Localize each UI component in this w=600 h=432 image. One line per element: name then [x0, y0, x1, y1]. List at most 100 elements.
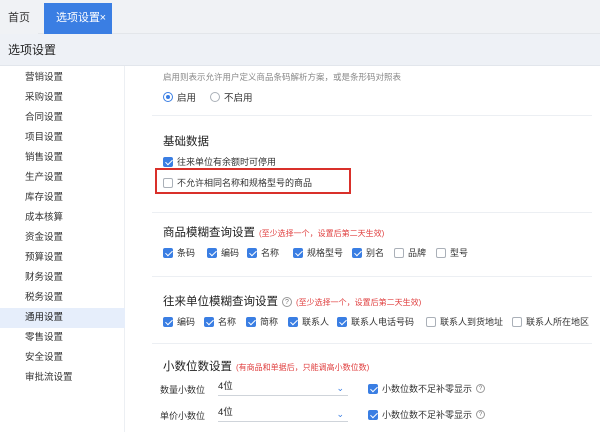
checkbox-product-barcode[interactable]: 条码 [163, 246, 195, 259]
checkbox-label: 小数位数不足补零显示 [382, 384, 473, 394]
checkbox-label: 规格型号 [307, 248, 344, 258]
checkbox-partner-contact-address[interactable]: 联系人到货地址 [426, 315, 503, 328]
checkbox-product-alias[interactable]: 别名 [352, 246, 384, 259]
tab-home[interactable]: 首页 [0, 3, 38, 34]
checkbox-checked [368, 383, 378, 394]
checkbox-no-duplicate-product[interactable]: 不允许相同名称和规格型号的商品 [163, 176, 312, 189]
divider [152, 212, 592, 213]
checkbox-checked [163, 156, 173, 167]
section-note: (至少选择一个，设置后第二天生效) [296, 298, 422, 307]
checkbox-label: 联系人电话号码 [351, 317, 415, 327]
checkbox-label: 不允许相同名称和规格型号的商品 [177, 178, 313, 188]
section-title-decimals: 小数位数设置 (有商品和单据后，只能调高小数位数) [163, 358, 369, 374]
checkbox-partner-short-name[interactable]: 简称 [246, 315, 278, 328]
radio-disable[interactable]: 不启用 [210, 90, 253, 104]
checkbox-product-model[interactable]: 型号 [436, 246, 468, 259]
checkbox-checked [337, 316, 347, 327]
checkbox-product-name[interactable]: 名称 [247, 246, 279, 259]
close-icon[interactable]: × [100, 3, 106, 34]
checkbox-checked [293, 247, 303, 258]
sidebar-item-costing[interactable]: 成本核算 [0, 208, 125, 228]
barcode-hint: 启用则表示允许用户定义商品条码解析方案，或是条形码对照表 [163, 72, 402, 82]
checkbox-label: 联系人所在地区 [526, 317, 590, 327]
sidebar-item-contract[interactable]: 合同设置 [0, 108, 125, 128]
tab-bar: 首页 选项设置 × [0, 0, 600, 34]
checkbox-checked [288, 316, 298, 327]
sidebar-item-approval[interactable]: 审批流设置 [0, 368, 125, 388]
sidebar-item-production[interactable]: 生产设置 [0, 168, 125, 188]
divider [152, 115, 592, 116]
checkbox-partner-contact[interactable]: 联系人 [288, 315, 329, 328]
checkbox-label: 简称 [260, 317, 279, 327]
price-decimals-value: 4位 [218, 407, 233, 418]
checkbox-label: 联系人到货地址 [440, 317, 504, 327]
radio-enable[interactable]: 启用 [163, 90, 196, 104]
checkbox-product-brand[interactable]: 品牌 [394, 246, 426, 259]
checkbox-partner-balance-disable[interactable]: 往来单位有余额时可停用 [163, 155, 276, 168]
checkbox-checked [246, 316, 256, 327]
checkbox-partner-name[interactable]: 名称 [204, 315, 236, 328]
checkbox-label: 往来单位有余额时可停用 [177, 157, 277, 167]
checkbox-checked [163, 316, 173, 327]
divider [152, 343, 592, 344]
tab-options-settings-label: 选项设置 [56, 12, 100, 24]
checkbox-partner-contact-phone[interactable]: 联系人电话号码 [337, 315, 414, 328]
price-decimals-select[interactable]: 4位 ⌄ [218, 404, 348, 422]
sidebar-item-project[interactable]: 项目设置 [0, 128, 125, 148]
chevron-down-icon: ⌄ [336, 409, 344, 419]
qty-decimals-label: 数量小数位 [160, 385, 206, 395]
checkbox-checked [163, 247, 173, 258]
sidebar-item-funds[interactable]: 资金设置 [0, 228, 125, 248]
checkbox-checked [247, 247, 257, 258]
checkbox-label: 小数位数不足补零显示 [382, 410, 473, 420]
price-decimals-label: 单价小数位 [160, 411, 206, 421]
checkbox-label: 名称 [218, 317, 237, 327]
section-title-text: 小数位数设置 [163, 361, 232, 373]
section-title-text: 往来单位模糊查询设置 [163, 296, 278, 308]
section-title-product-fuzzy: 商品模糊查询设置 (至少选择一个，设置后第二天生效) [163, 224, 384, 240]
chevron-down-icon: ⌄ [336, 383, 344, 393]
sidebar-item-purchase[interactable]: 采购设置 [0, 88, 125, 108]
sidebar-item-marketing[interactable]: 营销设置 [0, 68, 125, 88]
sidebar-item-general[interactable]: 通用设置 [0, 308, 125, 328]
checkbox-qty-pad-zero[interactable]: 小数位数不足补零显示 ? [368, 382, 486, 395]
radio-dot [210, 92, 221, 102]
checkbox-checked [207, 247, 217, 258]
section-title-partner-fuzzy: 往来单位模糊查询设置? (至少选择一个，设置后第二天生效) [163, 293, 421, 309]
checkbox-unchecked [426, 316, 436, 327]
sidebar-item-retail[interactable]: 零售设置 [0, 328, 125, 348]
checkbox-product-code[interactable]: 编码 [207, 246, 239, 259]
qty-decimals-select[interactable]: 4位 ⌄ [218, 378, 348, 396]
sidebar: 营销设置 采购设置 合同设置 项目设置 销售设置 生产设置 库存设置 成本核算 … [0, 66, 125, 432]
sidebar-item-inventory[interactable]: 库存设置 [0, 188, 125, 208]
sidebar-item-tax[interactable]: 税务设置 [0, 288, 125, 308]
checkbox-price-pad-zero[interactable]: 小数位数不足补零显示 ? [368, 408, 486, 421]
question-icon[interactable]: ? [476, 410, 486, 419]
checkbox-label: 名称 [261, 248, 280, 258]
checkbox-product-spec[interactable]: 规格型号 [293, 246, 343, 259]
sidebar-item-sales[interactable]: 销售设置 [0, 148, 125, 168]
qty-decimals-value: 4位 [218, 381, 233, 392]
sidebar-item-finance[interactable]: 财务设置 [0, 268, 125, 288]
sidebar-item-security[interactable]: 安全设置 [0, 348, 125, 368]
checkbox-partner-code[interactable]: 编码 [163, 315, 195, 328]
question-icon[interactable]: ? [476, 384, 486, 393]
checkbox-partner-contact-region[interactable]: 联系人所在地区 [512, 315, 589, 328]
tab-options-settings[interactable]: 选项设置 × [44, 3, 112, 34]
checkbox-label: 条码 [177, 248, 196, 258]
checkbox-unchecked [512, 316, 522, 327]
radio-enable-label: 启用 [177, 93, 197, 104]
question-icon[interactable]: ? [282, 297, 292, 307]
section-title-text: 商品模糊查询设置 [163, 227, 255, 239]
radio-disable-label: 不启用 [224, 93, 253, 104]
section-note: (至少选择一个，设置后第二天生效) [259, 229, 385, 238]
checkbox-label: 编码 [221, 248, 240, 258]
page-title: 选项设置 [0, 34, 600, 66]
checkbox-unchecked [163, 177, 173, 188]
checkbox-label: 品牌 [408, 248, 427, 258]
checkbox-label: 联系人 [302, 317, 330, 327]
checkbox-unchecked [436, 247, 446, 258]
main-content: 启用则表示允许用户定义商品条码解析方案，或是条形码对照表 启用 不启用 基础数据… [126, 66, 600, 432]
section-title-basic: 基础数据 [163, 136, 209, 148]
sidebar-item-budget[interactable]: 预算设置 [0, 248, 125, 268]
